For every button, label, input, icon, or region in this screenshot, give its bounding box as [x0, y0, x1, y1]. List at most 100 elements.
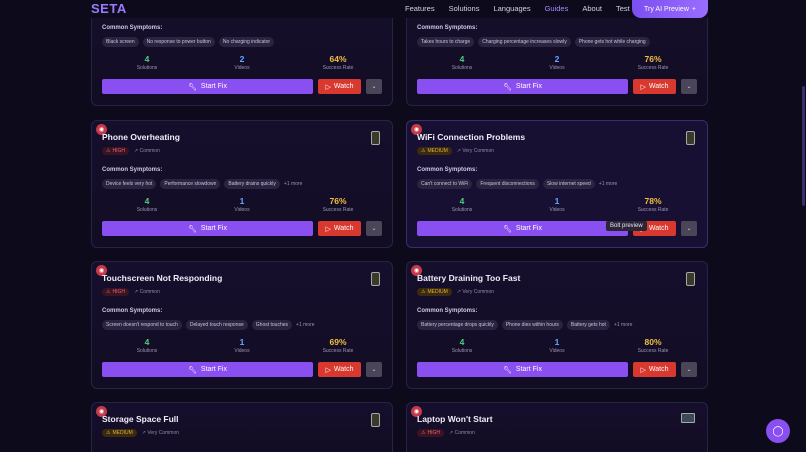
plus-icon: + — [691, 5, 696, 13]
frequency-label: Common — [139, 289, 160, 295]
try-ai-preview-button[interactable]: Try AI Preview + — [632, 0, 708, 18]
videos-label: Videos — [549, 65, 565, 71]
symptom-tag: Battery percentage drops quickly — [417, 320, 498, 330]
watch-button[interactable]: ▷Watch — [318, 362, 361, 377]
solutions-count: 4 — [144, 196, 150, 206]
more-symptoms[interactable]: +1 more — [614, 322, 632, 328]
symptom-tag: Black screen — [102, 37, 139, 47]
wrench-icon: 🔧︎ — [188, 225, 197, 233]
wrench-icon: 🔧︎ — [503, 225, 512, 233]
start-fix-button[interactable]: 🔧︎ Start Fix — [417, 221, 628, 236]
watch-label: Watch — [333, 83, 354, 90]
stats: 4 Solutions 1 Videos 76% Success Rate — [92, 196, 394, 216]
solutions-label: Solutions — [136, 348, 158, 354]
watch-button[interactable]: ▷Watch — [318, 79, 361, 94]
nav-solutions[interactable]: Solutions — [449, 0, 480, 18]
severity-label: MEDIUM — [427, 289, 448, 295]
start-fix-label: Start Fix — [200, 366, 227, 373]
watch-button[interactable]: ▷Watch — [633, 362, 676, 377]
start-fix-button[interactable]: 🔧︎ Start Fix — [102, 362, 313, 377]
warning-icon: ⚠︎ — [106, 148, 111, 154]
trend-icon: ↗ — [133, 289, 139, 295]
page-scrollbar[interactable] — [802, 86, 805, 206]
videos-label: Videos — [234, 207, 250, 213]
chevron-down-icon: ⌄ — [371, 367, 377, 373]
card-title: Storage Space Full — [102, 414, 179, 424]
symptoms-title: Common Symptoms: — [417, 25, 478, 31]
symptom-tags: Black screen No response to power button… — [102, 37, 275, 47]
guide-card: ◉ WiFi Connection Problems ⚠︎ MEDIUM ↗ Ve… — [406, 120, 708, 248]
symptom-tag: Charging percentage increases slowly — [478, 37, 571, 47]
severity-label: HIGH — [112, 148, 125, 154]
brand-logo[interactable]: SETA — [91, 0, 127, 18]
frequency: ↗ Common — [449, 430, 475, 436]
solutions-count: 4 — [459, 196, 465, 206]
tooltip: Bolt preview — [606, 221, 647, 231]
start-fix-button[interactable]: 🔧︎ Start Fix — [417, 362, 628, 377]
wrench-icon: 🔧︎ — [503, 366, 512, 374]
severity-badge: ⚠︎ HIGH — [102, 288, 129, 296]
start-fix-button[interactable]: 🔧︎ Start Fix — [102, 221, 313, 236]
success-label: Success Rate — [322, 348, 354, 354]
guide-card: ◉ Battery Draining Too Fast ⚠︎ MEDIUM ↗ V… — [406, 261, 708, 389]
wrench-icon: 🔧︎ — [188, 83, 197, 91]
trend-icon: ↗ — [456, 289, 461, 295]
stats: 4 Solutions 1 Videos 69% Success Rate — [92, 337, 394, 357]
watch-button[interactable]: ▷Watch — [318, 221, 361, 236]
stats: 4 Solutions 2 Videos 76% Success Rate — [407, 54, 709, 74]
phone-icon — [686, 131, 695, 145]
success-label: Success Rate — [637, 65, 669, 71]
symptom-tag: Can't connect to WiFi — [417, 179, 473, 189]
nav-about[interactable]: About — [582, 0, 602, 18]
nav-links: Features Solutions Languages Guides Abou… — [405, 0, 644, 18]
wrench-icon: 🔧︎ — [188, 366, 197, 374]
watch-label: Watch — [333, 225, 354, 232]
expand-button[interactable]: ⌄ — [681, 221, 697, 236]
symptom-tag: Battery drains quickly — [224, 179, 280, 189]
expand-button[interactable]: ⌄ — [681, 362, 697, 377]
more-symptoms[interactable]: +1 more — [284, 181, 302, 187]
more-symptoms[interactable]: +1 more — [296, 322, 314, 328]
watch-label: Watch — [648, 366, 669, 373]
nav-features[interactable]: Features — [405, 0, 435, 18]
symptom-tag: Delayed touch response — [185, 320, 248, 330]
chat-button[interactable]: ◯ — [766, 419, 790, 443]
guide-card: ◉ Storage Space Full ⚠︎ MEDIUM ↗ Very Com… — [91, 402, 393, 452]
wrench-icon: 🔧︎ — [503, 83, 512, 91]
guides-grid: Common Symptoms: Black screen No respons… — [0, 0, 806, 452]
card-title: Laptop Won't Start — [417, 414, 493, 424]
expand-button[interactable]: ⌄ — [366, 79, 382, 94]
card-meta: ⚠︎ HIGH ↗ Common — [417, 429, 475, 437]
expand-button[interactable]: ⌄ — [681, 79, 697, 94]
symptom-tag: Slow internet speed — [542, 179, 595, 189]
phone-icon — [371, 131, 380, 145]
start-fix-button[interactable]: 🔧︎ Start Fix — [102, 79, 313, 94]
symptom-tag: Device feels very hot — [102, 179, 157, 189]
symptoms-title: Common Symptoms: — [417, 167, 478, 173]
nav-languages[interactable]: Languages — [493, 0, 530, 18]
watch-button[interactable]: ▷Watch — [633, 79, 676, 94]
stats: 4 Solutions 2 Videos 64% Success Rate — [92, 54, 394, 74]
expand-button[interactable]: ⌄ — [366, 362, 382, 377]
card-title: Phone Overheating — [102, 132, 180, 142]
more-symptoms[interactable]: +1 more — [599, 181, 617, 187]
play-icon: ▷ — [325, 366, 331, 374]
success-label: Success Rate — [322, 65, 354, 71]
start-fix-label: Start Fix — [200, 225, 227, 232]
expand-button[interactable]: ⌄ — [366, 221, 382, 236]
solutions-count: 4 — [459, 337, 465, 347]
severity-badge: ⚠︎ MEDIUM — [417, 288, 452, 296]
solutions-count: 4 — [459, 54, 465, 64]
trend-icon: ↗ — [141, 430, 146, 436]
severity-label: HIGH — [427, 430, 440, 436]
success-rate: 80% — [644, 337, 662, 347]
nav-guides[interactable]: Guides — [545, 0, 569, 18]
start-fix-button[interactable]: 🔧︎ Start Fix — [417, 79, 628, 94]
symptom-tag: Phone dies within hours — [501, 320, 563, 330]
guide-card: ◉ Touchscreen Not Responding ⚠︎ HIGH ↗ Co… — [91, 261, 393, 389]
guide-card: ◉ Phone Overheating ⚠︎ HIGH ↗ Common Comm… — [91, 120, 393, 248]
card-title: WiFi Connection Problems — [417, 132, 526, 142]
severity-label: MEDIUM — [427, 148, 448, 154]
nav-test[interactable]: Test — [616, 0, 630, 18]
success-label: Success Rate — [322, 207, 354, 213]
